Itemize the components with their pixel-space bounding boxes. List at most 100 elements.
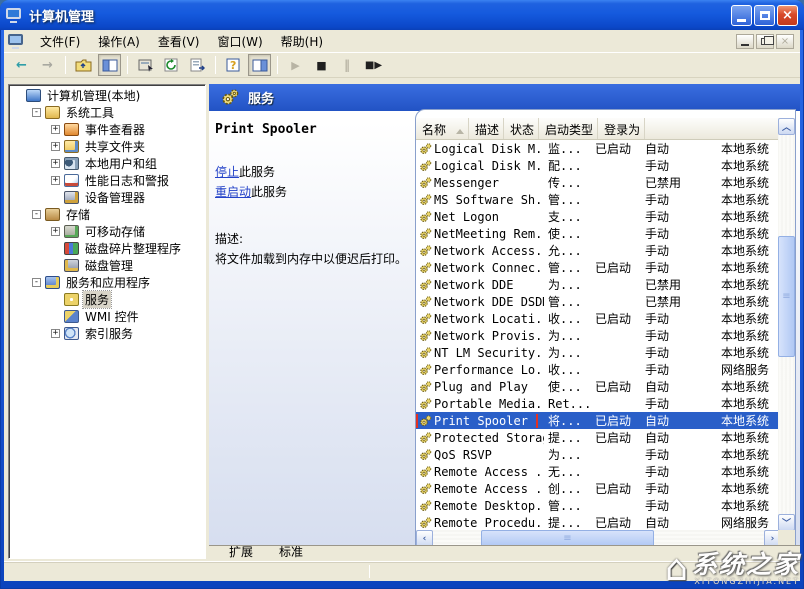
service-row[interactable]: Remote Access ... 无... 手动 本地系统 (416, 463, 781, 480)
service-row[interactable]: NT LM Security... 为... 手动 本地系统 (416, 344, 781, 361)
service-row[interactable]: Network Access... 允... 手动 本地系统 (416, 242, 781, 259)
tree-expander-icon[interactable]: - (32, 278, 41, 287)
service-name: QoS RSVP (434, 448, 492, 462)
mdi-minimize-button[interactable] (736, 34, 754, 49)
service-row[interactable]: Print Spooler 将... 已启动 自动 本地系统 (416, 412, 781, 429)
column-header[interactable]: 状态 (504, 118, 539, 139)
view-tab[interactable]: 扩展 (217, 546, 265, 559)
column-header[interactable]: 名称 (416, 118, 469, 139)
service-row[interactable]: NetMeeting Rem... 使... 手动 本地系统 (416, 225, 781, 242)
tree-item[interactable]: + 索引服务 (9, 325, 205, 342)
restart-button[interactable]: ■▶ (362, 54, 385, 76)
help-button[interactable]: ? (222, 54, 245, 76)
scroll-down-button[interactable]: ﹀ (778, 514, 795, 531)
service-row[interactable]: QoS RSVP 为... 手动 本地系统 (416, 446, 781, 463)
service-row[interactable]: Network DDE DSDM 管... 已禁用 本地系统 (416, 293, 781, 310)
tree-item[interactable]: - 存储 (9, 206, 205, 223)
tree-item[interactable]: 磁盘管理 (9, 257, 205, 274)
forward-button[interactable]: → (36, 54, 59, 76)
minimize-button[interactable] (731, 5, 752, 26)
tree-expander-icon[interactable]: + (51, 159, 60, 168)
vertical-scroll-thumb[interactable] (778, 236, 795, 357)
menu-item[interactable]: 窗口(W) (208, 31, 271, 52)
service-logon-as: 本地系统 (717, 140, 781, 157)
panel-toggle-icon (252, 59, 268, 72)
service-row[interactable]: Plug and Play 使... 已启动 自动 本地系统 (416, 378, 781, 395)
service-row[interactable]: Network Locati... 收... 已启动 手动 本地系统 (416, 310, 781, 327)
tree-expander-icon[interactable]: + (51, 142, 60, 151)
up-folder-button[interactable] (72, 54, 95, 76)
tree-expander-icon[interactable]: + (51, 125, 60, 134)
scroll-up-button[interactable]: ︿ (778, 118, 795, 135)
tree-item[interactable]: 计算机管理(本地) (9, 87, 205, 104)
tree-item[interactable]: 服务 (9, 291, 205, 308)
tree-expander-icon[interactable]: - (32, 210, 41, 219)
tree-item-label: 磁盘碎片整理程序 (83, 240, 183, 257)
tree-item[interactable]: + 本地用户和组 (9, 155, 205, 172)
pause-button[interactable]: ‖ (336, 54, 359, 76)
stop-service-link[interactable]: 停止 (215, 165, 239, 179)
tree-toggle-button[interactable] (98, 54, 121, 76)
service-row[interactable]: Network Provis... 为... 手动 本地系统 (416, 327, 781, 344)
play-button[interactable]: ▶ (284, 54, 307, 76)
menu-item[interactable]: 文件(F) (31, 31, 89, 52)
service-row[interactable]: Remote Desktop... 管... 手动 本地系统 (416, 497, 781, 514)
column-header[interactable]: 描述 (469, 118, 504, 139)
mdi-close-button[interactable]: × (776, 34, 794, 49)
tree-item[interactable]: + 共享文件夹 (9, 138, 205, 155)
service-name: Remote Access ... (434, 465, 544, 479)
menu-item[interactable]: 帮助(H) (272, 31, 332, 52)
mdi-restore-button[interactable] (756, 34, 774, 49)
service-row[interactable]: Performance Lo... 收... 手动 网络服务 (416, 361, 781, 378)
maximize-button[interactable] (754, 5, 775, 26)
tree-expander-icon[interactable]: + (51, 329, 60, 338)
close-button[interactable]: × (777, 5, 798, 26)
properties-button[interactable] (134, 54, 157, 76)
column-header[interactable]: 启动类型 (539, 118, 598, 139)
tree-item[interactable]: 磁盘碎片整理程序 (9, 240, 205, 257)
restart-service-link[interactable]: 重启动 (215, 185, 251, 199)
tree-item[interactable]: + 事件查看器 (9, 121, 205, 138)
services-list-panel: 名称描述状态启动类型登录为 Logical Disk M... 监... 已启动… (415, 109, 796, 548)
back-button[interactable]: ← (10, 54, 33, 76)
window-title: 计算机管理 (29, 6, 731, 25)
menu-item[interactable]: 操作(A) (89, 31, 149, 52)
service-row[interactable]: Remote Procedu... 提... 已启动 自动 网络服务 (416, 514, 781, 531)
refresh-button[interactable] (160, 54, 183, 76)
panel-toggle-button[interactable] (248, 54, 271, 76)
service-row[interactable]: Remote Access ... 创... 已启动 手动 本地系统 (416, 480, 781, 497)
stop-button[interactable]: ■ (310, 54, 333, 76)
tree-expander-icon[interactable]: + (51, 176, 60, 185)
close-icon: × (781, 36, 789, 47)
tree-item[interactable]: 设备管理器 (9, 189, 205, 206)
properties-icon (138, 58, 154, 72)
service-row[interactable]: Portable Media... Ret... 手动 本地系统 (416, 395, 781, 412)
column-header[interactable]: 登录为 (598, 118, 645, 139)
service-name: Remote Procedu... (434, 516, 544, 530)
tree-expander-icon[interactable]: - (32, 108, 41, 117)
service-row[interactable]: Network DDE 为... 已禁用 本地系统 (416, 276, 781, 293)
tree-item[interactable]: - 系统工具 (9, 104, 205, 121)
event-viewer-icon (64, 123, 79, 136)
service-row[interactable]: Protected Storage 提... 已启动 自动 本地系统 (416, 429, 781, 446)
tree-item[interactable]: WMI 控件 (9, 308, 205, 325)
titlebar[interactable]: 计算机管理 × (0, 0, 804, 30)
services-apps-icon (45, 276, 60, 289)
restart-icon: ■▶ (365, 60, 382, 71)
tree-item[interactable]: - 服务和应用程序 (9, 274, 205, 291)
tree-item[interactable]: + 性能日志和警报 (9, 172, 205, 189)
menu-item[interactable]: 查看(V) (149, 31, 209, 52)
service-gear-icon (419, 177, 432, 189)
service-row[interactable]: Logical Disk M... 监... 已启动 自动 本地系统 (416, 140, 781, 157)
service-row[interactable]: Net Logon 支... 手动 本地系统 (416, 208, 781, 225)
view-tab[interactable]: 标准 (267, 546, 315, 559)
export-list-button[interactable] (186, 54, 209, 76)
service-row[interactable]: Logical Disk M... 配... 手动 本地系统 (416, 157, 781, 174)
service-row[interactable]: Messenger 传... 已禁用 本地系统 (416, 174, 781, 191)
service-row[interactable]: MS Software Sh... 管... 手动 本地系统 (416, 191, 781, 208)
service-row[interactable]: Network Connec... 管... 已启动 手动 本地系统 (416, 259, 781, 276)
tree-expander-icon[interactable]: + (51, 227, 60, 236)
vertical-scrollbar[interactable]: ︿ ﹀ (778, 118, 795, 531)
service-name: Net Logon (434, 210, 499, 224)
tree-item[interactable]: + 可移动存储 (9, 223, 205, 240)
